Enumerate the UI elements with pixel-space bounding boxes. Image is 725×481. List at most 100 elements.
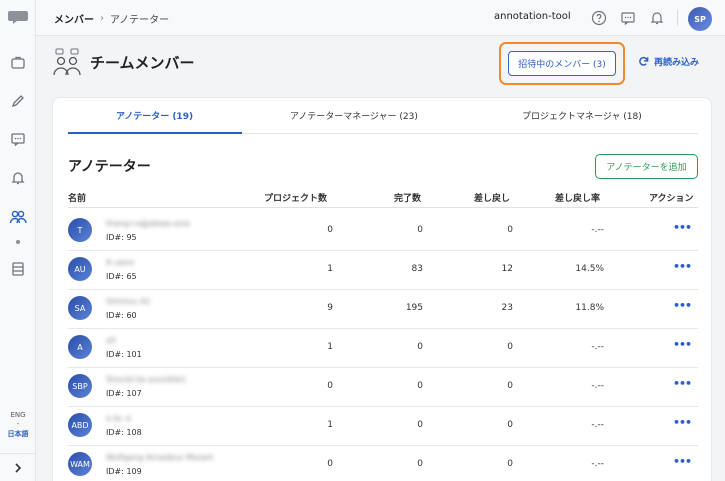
tab-annotator-manager[interactable]: アノテーターマネージャー (23) [290,109,418,122]
table-row: WAM Wolfgang Amadeus Mozart ID#: 109 0 0… [68,445,698,481]
member-avatar: A [68,335,92,359]
member-name: A ueno [106,258,134,267]
help-icon[interactable] [590,9,608,27]
header-projects: プロジェクト数 [264,194,328,204]
breadcrumb-annotator: アノテーター [110,15,170,26]
table-header: 名前 プロジェクト数 完了数 差し戻し 差し戻し率 アクション [68,186,698,208]
return-rate: -.-- [591,420,604,430]
return-rate: 11.8% [575,303,604,313]
done-count: 0 [417,342,423,352]
bell-icon[interactable] [8,168,28,188]
members-icon[interactable] [8,207,28,227]
member-avatar: T [68,218,92,242]
header-name: 名前 [68,194,87,204]
return-rate: -.-- [591,342,604,352]
invited-members-button[interactable]: 招待中のメンバー (3) [508,51,616,76]
section-title: アノテーター [68,159,151,175]
breadcrumb-members[interactable]: メンバー [54,11,94,26]
project-count: 1 [327,264,333,274]
table-row: SBP Should be possible1 ID#: 107 0 0 0 -… [68,367,698,407]
returned-count: 0 [507,420,513,430]
member-id: ID#: 108 [106,428,142,437]
expand-sidebar-button[interactable] [0,453,36,481]
header-returned: 差し戻し [474,194,511,204]
project-count: 0 [327,381,333,391]
organization-name[interactable]: annotation-tool [494,11,571,22]
left-sidebar: ENG - 日本語 [0,0,36,481]
returned-count: 0 [507,459,513,469]
member-name: thang+a@abeja.asia [106,219,190,228]
role-tabs: アノテーター (19) アノテーターマネージャー (23) プロジェクトマネージ… [68,98,698,134]
more-actions-icon[interactable]: ••• [673,260,692,273]
header-divider [677,10,678,26]
storage-icon[interactable] [8,259,28,279]
briefcase-icon[interactable] [8,52,28,72]
member-name: a bc d [106,414,131,423]
more-actions-icon[interactable]: ••• [673,455,692,468]
lang-english[interactable]: ENG [0,411,36,419]
invite-highlight: 招待中のメンバー (3) [499,42,625,85]
comment-icon[interactable] [8,129,28,149]
project-count: 1 [327,420,333,430]
table-row: ABD a bc d ID#: 108 1 0 0 -.-- ••• [68,406,698,446]
returned-count: 12 [501,264,513,274]
member-id: ID#: 95 [106,233,137,242]
more-actions-icon[interactable]: ••• [673,299,692,312]
nav-indicator-dot [16,240,20,244]
notification-bell-icon[interactable] [648,9,666,27]
chat-bubble-logo-icon[interactable] [7,9,29,25]
feedback-icon[interactable] [619,9,637,27]
chevron-right-icon: › [100,13,104,24]
user-avatar[interactable]: SP [688,7,712,31]
member-id: ID#: 60 [106,311,137,320]
member-name: Wolfgang Amadeus Mozart [106,453,214,462]
table-row: A a5 ID#: 101 1 0 0 -.-- ••• [68,328,698,368]
returned-count: 23 [501,303,513,313]
member-name: Should be possible1 [106,375,187,384]
member-avatar: WAM [68,452,92,476]
tab-annotator[interactable]: アノテーター (19) [116,109,193,122]
return-rate: 14.5% [575,264,604,274]
reload-button[interactable]: 再読み込み [638,55,699,68]
reload-label: 再読み込み [654,58,700,68]
member-name: a5 [106,336,116,345]
lang-japanese[interactable]: 日本語 [0,429,36,439]
done-count: 0 [417,420,423,430]
header-action: アクション [649,194,694,204]
project-count: 1 [327,342,333,352]
done-count: 83 [411,264,423,274]
breadcrumb: メンバー › アノテーター [54,11,169,26]
active-tab-indicator [68,132,242,134]
members-card: アノテーター (19) アノテーターマネージャー (23) プロジェクトマネージ… [52,97,712,481]
header-return-rate: 差し戻し率 [555,194,601,204]
member-avatar: SBP [68,374,92,398]
done-count: 195 [405,303,423,313]
add-annotator-button[interactable]: アノテーターを追加 [595,154,698,179]
more-actions-icon[interactable]: ••• [673,377,692,390]
done-count: 0 [417,381,423,391]
header-done: 完了数 [394,194,422,204]
project-count: 9 [327,303,333,313]
member-avatar: ABD [68,413,92,437]
refresh-icon [639,56,649,66]
member-avatar: SA [68,296,92,320]
project-count: 0 [327,225,333,235]
return-rate: -.-- [591,381,604,391]
return-rate: -.-- [591,459,604,469]
page-title: チームメンバー [90,54,195,72]
top-header: メンバー › アノテーター annotation-tool SP [36,0,725,36]
more-actions-icon[interactable]: ••• [673,338,692,351]
project-count: 0 [327,459,333,469]
team-members-icon [53,48,81,76]
member-id: ID#: 101 [106,350,142,359]
done-count: 0 [417,225,423,235]
chevron-right-icon [15,462,22,473]
more-actions-icon[interactable]: ••• [673,221,692,234]
member-id: ID#: 65 [106,272,137,281]
tab-project-manager[interactable]: プロジェクトマネージャ (18) [522,109,642,122]
member-name: Shimizu A1 [106,297,151,306]
pencil-icon[interactable] [8,91,28,111]
more-actions-icon[interactable]: ••• [673,416,692,429]
returned-count: 0 [507,381,513,391]
member-avatar: AU [68,257,92,281]
